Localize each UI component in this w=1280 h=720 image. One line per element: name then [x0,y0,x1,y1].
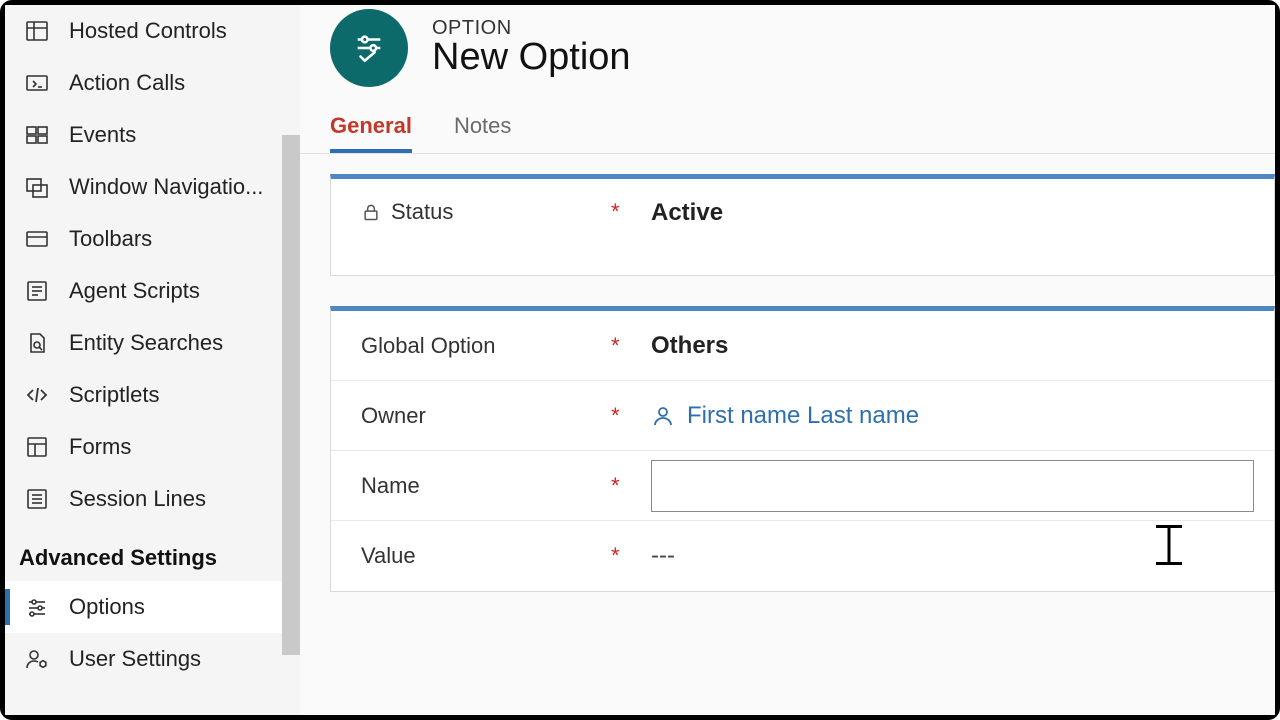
row-owner: Owner * First name Last name [331,381,1274,451]
field-value-name-wrapper [651,460,1254,512]
sidebar-item-label: Options [69,594,145,620]
row-value: Value * --- [331,521,1274,591]
tab-notes[interactable]: Notes [454,105,511,153]
owner-link-text: First name Last name [687,402,919,430]
sidebar-item-label: Events [69,122,136,148]
entity-searches-icon [25,331,49,355]
sidebar-item-action-calls[interactable]: Action Calls [5,57,300,109]
sidebar-item-label: Session Lines [69,486,206,512]
sidebar-item-user-settings[interactable]: User Settings [5,633,300,685]
row-name: Name * [331,451,1274,521]
hosted-controls-icon [25,19,49,43]
user-settings-icon [25,647,49,671]
field-value-owner[interactable]: First name Last name [651,402,1254,430]
sidebar-item-scriptlets[interactable]: Scriptlets [5,369,300,421]
window-navigation-icon [25,175,49,199]
sidebar-item-events[interactable]: Events [5,109,300,161]
field-value-value[interactable]: --- [651,542,1254,570]
scriptlets-icon [25,383,49,407]
field-label-owner: Owner [361,403,611,429]
sidebar-scrollbar-thumb[interactable] [282,135,300,655]
sidebar-item-label: Agent Scripts [69,278,200,304]
session-lines-icon [25,487,49,511]
field-value-status[interactable]: Active [651,199,1254,227]
field-label-value: Value [361,543,611,569]
entity-avatar [330,9,408,87]
required-mark: * [611,543,651,569]
agent-scripts-icon [25,279,49,303]
field-label-text: Status [391,199,453,225]
options-header-icon [352,31,386,65]
row-global-option: Global Option * Others [331,311,1274,381]
events-icon [25,123,49,147]
sidebar-item-forms[interactable]: Forms [5,421,300,473]
action-calls-icon [25,71,49,95]
tab-general[interactable]: General [330,105,412,153]
sidebar-item-options[interactable]: Options [5,581,300,633]
app-root: Hosted Controls Action Calls Events Wind… [5,5,1275,715]
person-icon [651,404,675,428]
sidebar-item-label: Entity Searches [69,330,223,356]
required-mark: * [611,199,651,225]
sidebar-item-hosted-controls[interactable]: Hosted Controls [5,5,300,57]
name-input[interactable] [651,460,1254,512]
sidebar: Hosted Controls Action Calls Events Wind… [5,5,300,715]
field-label-name: Name [361,473,611,499]
page-title: New Option [432,36,631,79]
page-header: OPTION New Option [300,5,1275,105]
lock-icon [361,202,381,222]
field-value-global-option[interactable]: Others [651,332,1254,360]
required-mark: * [611,473,651,499]
toolbars-icon [25,227,49,251]
tab-strip: General Notes [300,105,1275,154]
sidebar-item-agent-scripts[interactable]: Agent Scripts [5,265,300,317]
status-panel: Status * Active [330,174,1275,276]
sidebar-item-label: Action Calls [69,70,185,96]
sidebar-item-window-navigation[interactable]: Window Navigatio... [5,161,300,213]
main-content: OPTION New Option General Notes Status * [300,5,1275,715]
sidebar-scrollbar[interactable] [282,5,300,715]
required-mark: * [611,403,651,429]
sidebar-item-label: Hosted Controls [69,18,227,44]
sidebar-item-label: Toolbars [69,226,152,252]
sidebar-item-label: User Settings [69,646,201,672]
options-icon [25,595,49,619]
sidebar-item-entity-searches[interactable]: Entity Searches [5,317,300,369]
details-panel: Global Option * Others Owner * First nam… [330,306,1275,592]
sidebar-item-label: Scriptlets [69,382,159,408]
sidebar-section-title: Advanced Settings [5,525,300,581]
sidebar-item-toolbars[interactable]: Toolbars [5,213,300,265]
field-label-global-option: Global Option [361,333,611,359]
sidebar-item-label: Forms [69,434,131,460]
field-label-status: Status [361,199,611,225]
required-mark: * [611,333,651,359]
form-panels: Status * Active Global Option * Others O… [300,154,1275,715]
sidebar-item-label: Window Navigatio... [69,174,263,200]
sidebar-item-session-lines[interactable]: Session Lines [5,473,300,525]
forms-icon [25,435,49,459]
row-status: Status * Active [331,179,1274,275]
